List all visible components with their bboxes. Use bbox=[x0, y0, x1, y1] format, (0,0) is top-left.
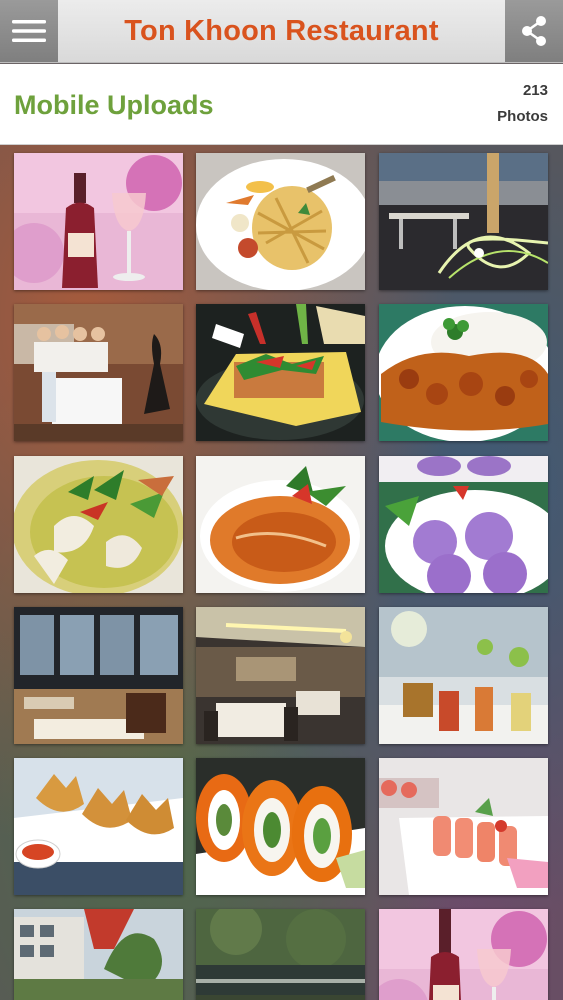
cocktails-photo bbox=[379, 607, 548, 744]
photo-thumbnail[interactable] bbox=[14, 758, 183, 895]
dining-room-photo bbox=[14, 607, 183, 744]
photo-thumbnail[interactable] bbox=[379, 153, 548, 290]
dumplings-photo bbox=[379, 456, 548, 593]
building-photo bbox=[14, 909, 183, 1000]
photo-count-number: 213 bbox=[522, 82, 548, 99]
photo-thumbnail[interactable] bbox=[14, 909, 183, 1000]
hamburger-menu-icon bbox=[12, 20, 46, 42]
photo-thumbnail[interactable] bbox=[196, 909, 365, 1000]
curry-photo bbox=[379, 304, 548, 441]
photo-thumbnail[interactable] bbox=[196, 153, 365, 290]
photo-thumbnail[interactable] bbox=[379, 304, 548, 441]
photo-thumbnail[interactable] bbox=[196, 607, 365, 744]
interior-photo bbox=[196, 607, 365, 744]
share-button[interactable] bbox=[505, 0, 563, 62]
green-curry-photo bbox=[14, 456, 183, 593]
menu-button[interactable] bbox=[0, 0, 58, 62]
album-header: Mobile Uploads 213 Photos bbox=[0, 64, 563, 145]
photo-thumbnail[interactable] bbox=[14, 607, 183, 744]
photo-thumbnail[interactable] bbox=[379, 456, 548, 593]
sushi-photo bbox=[196, 758, 365, 895]
photo-count: 213 Photos bbox=[497, 78, 548, 130]
omelette-photo bbox=[196, 304, 365, 441]
share-icon bbox=[522, 16, 546, 46]
terrace-photo bbox=[379, 153, 548, 290]
pad-thai-photo bbox=[196, 153, 365, 290]
photo-count-label: Photos bbox=[497, 108, 548, 125]
app-title: Ton Khoon Restaurant bbox=[124, 14, 439, 47]
photo-thumbnail[interactable] bbox=[379, 909, 548, 1000]
photo-thumbnail[interactable] bbox=[14, 153, 183, 290]
photo-grid bbox=[0, 145, 563, 1000]
photo-thumbnail[interactable] bbox=[379, 607, 548, 744]
top-app-bar: Ton Khoon Restaurant bbox=[0, 0, 563, 63]
photo-thumbnail[interactable] bbox=[14, 304, 183, 441]
salmon-sushi-photo bbox=[379, 758, 548, 895]
wontons-photo bbox=[14, 758, 183, 895]
red-curry-photo bbox=[196, 456, 365, 593]
photo-thumbnail[interactable] bbox=[196, 456, 365, 593]
wine-photo bbox=[14, 153, 183, 290]
photo-thumbnail[interactable] bbox=[196, 304, 365, 441]
staff-photo bbox=[14, 304, 183, 441]
photo-thumbnail[interactable] bbox=[196, 758, 365, 895]
photo-thumbnail[interactable] bbox=[379, 758, 548, 895]
pond-photo bbox=[196, 909, 365, 1000]
photo-thumbnail[interactable] bbox=[14, 456, 183, 593]
album-title: Mobile Uploads bbox=[14, 90, 214, 120]
wine-photo bbox=[379, 909, 548, 1000]
